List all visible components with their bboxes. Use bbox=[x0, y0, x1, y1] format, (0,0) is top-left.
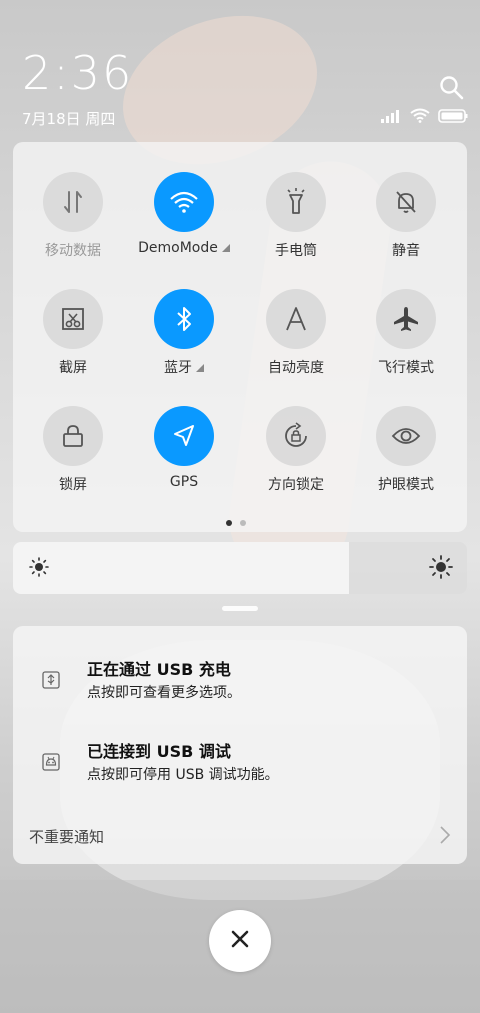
notification-subtitle: 点按即可停用 USB 调试功能。 bbox=[87, 767, 279, 783]
tile-label: 锁屏 bbox=[59, 477, 87, 493]
brightness-low-icon bbox=[29, 557, 49, 581]
battery-icon bbox=[438, 108, 468, 127]
tile-flashlight[interactable]: 手电筒 bbox=[240, 172, 352, 260]
close-icon bbox=[230, 929, 250, 953]
tile-mute[interactable]: 静音 bbox=[350, 172, 462, 260]
tile-auto-brightness[interactable]: 自动亮度 bbox=[240, 289, 352, 377]
notification-subtitle: 点按即可查看更多选项。 bbox=[87, 685, 241, 701]
unimportant-notifications-row[interactable]: 不重要通知 bbox=[13, 822, 467, 852]
tile-label: 护眼模式 bbox=[378, 477, 434, 493]
tile-bluetooth[interactable]: 蓝牙 bbox=[128, 289, 240, 377]
tile-label: 移动数据 bbox=[45, 243, 101, 259]
notification-usb-debugging[interactable]: 已连接到 USB 调试 点按即可停用 USB 调试功能。 bbox=[13, 736, 467, 806]
tile-label: 蓝牙 bbox=[128, 357, 240, 377]
notification-usb-charging[interactable]: 正在通过 USB 充电 点按即可查看更多选项。 bbox=[13, 654, 467, 724]
search-icon[interactable] bbox=[438, 74, 466, 102]
notification-panel: 正在通过 USB 充电 点按即可查看更多选项。 已连接到 USB 调试 点按即可… bbox=[13, 626, 467, 864]
tile-eye-care[interactable]: 护眼模式 bbox=[350, 406, 462, 494]
flashlight-icon bbox=[266, 172, 326, 232]
tile-mobile-data[interactable]: 移动数据 bbox=[17, 172, 129, 260]
close-button[interactable] bbox=[209, 910, 271, 972]
auto-brightness-icon bbox=[266, 289, 326, 349]
wifi-status-icon bbox=[410, 108, 430, 127]
clock: 2:36 bbox=[22, 46, 134, 100]
page-dot bbox=[240, 520, 246, 526]
tile-label: 方向锁定 bbox=[268, 477, 324, 493]
screenshot-icon bbox=[43, 289, 103, 349]
tile-label: 静音 bbox=[392, 243, 420, 259]
tile-label: DemoMode bbox=[128, 240, 240, 256]
page-indicator bbox=[226, 520, 246, 526]
lock-icon bbox=[43, 406, 103, 466]
rotation-lock-icon bbox=[266, 406, 326, 466]
tile-wifi[interactable]: DemoMode bbox=[128, 172, 240, 256]
tile-rotation-lock[interactable]: 方向锁定 bbox=[240, 406, 352, 494]
mobile-data-icon bbox=[43, 172, 103, 232]
tile-lock-screen[interactable]: 锁屏 bbox=[17, 406, 129, 494]
notification-title: 正在通过 USB 充电 bbox=[87, 660, 231, 679]
gps-icon bbox=[154, 406, 214, 466]
tile-label-text: 蓝牙 bbox=[164, 360, 192, 376]
tile-label: 手电筒 bbox=[275, 243, 317, 259]
brightness-high-icon bbox=[429, 555, 453, 583]
notification-title: 已连接到 USB 调试 bbox=[87, 742, 231, 761]
tile-label: 自动亮度 bbox=[268, 360, 324, 376]
caret-icon[interactable] bbox=[196, 364, 204, 372]
chevron-right-icon bbox=[439, 824, 451, 850]
signal-icon bbox=[380, 108, 402, 127]
tile-label-text: DemoMode bbox=[138, 240, 218, 256]
airplane-icon bbox=[376, 289, 436, 349]
tile-screenshot[interactable]: 截屏 bbox=[17, 289, 129, 377]
status-icons bbox=[380, 108, 468, 126]
brightness-fill bbox=[13, 542, 349, 594]
tile-airplane[interactable]: 飞行模式 bbox=[350, 289, 462, 377]
mute-bell-icon bbox=[376, 172, 436, 232]
page-dot-active bbox=[226, 520, 232, 526]
usb-debug-icon bbox=[41, 752, 61, 772]
bluetooth-icon bbox=[154, 289, 214, 349]
eye-icon bbox=[376, 406, 436, 466]
wifi-icon bbox=[154, 172, 214, 232]
tile-label: 截屏 bbox=[59, 360, 87, 376]
tile-label: GPS bbox=[169, 474, 199, 490]
android-usb-icon bbox=[41, 670, 61, 690]
tile-label: 飞行模式 bbox=[378, 360, 434, 376]
tile-gps[interactable]: GPS bbox=[128, 406, 240, 490]
caret-icon[interactable] bbox=[221, 244, 230, 252]
drag-handle[interactable] bbox=[222, 606, 258, 611]
unimportant-notifications-label: 不重要通知 bbox=[29, 828, 105, 846]
date: 7月18日 周四 bbox=[22, 110, 116, 128]
brightness-slider[interactable] bbox=[13, 542, 467, 594]
